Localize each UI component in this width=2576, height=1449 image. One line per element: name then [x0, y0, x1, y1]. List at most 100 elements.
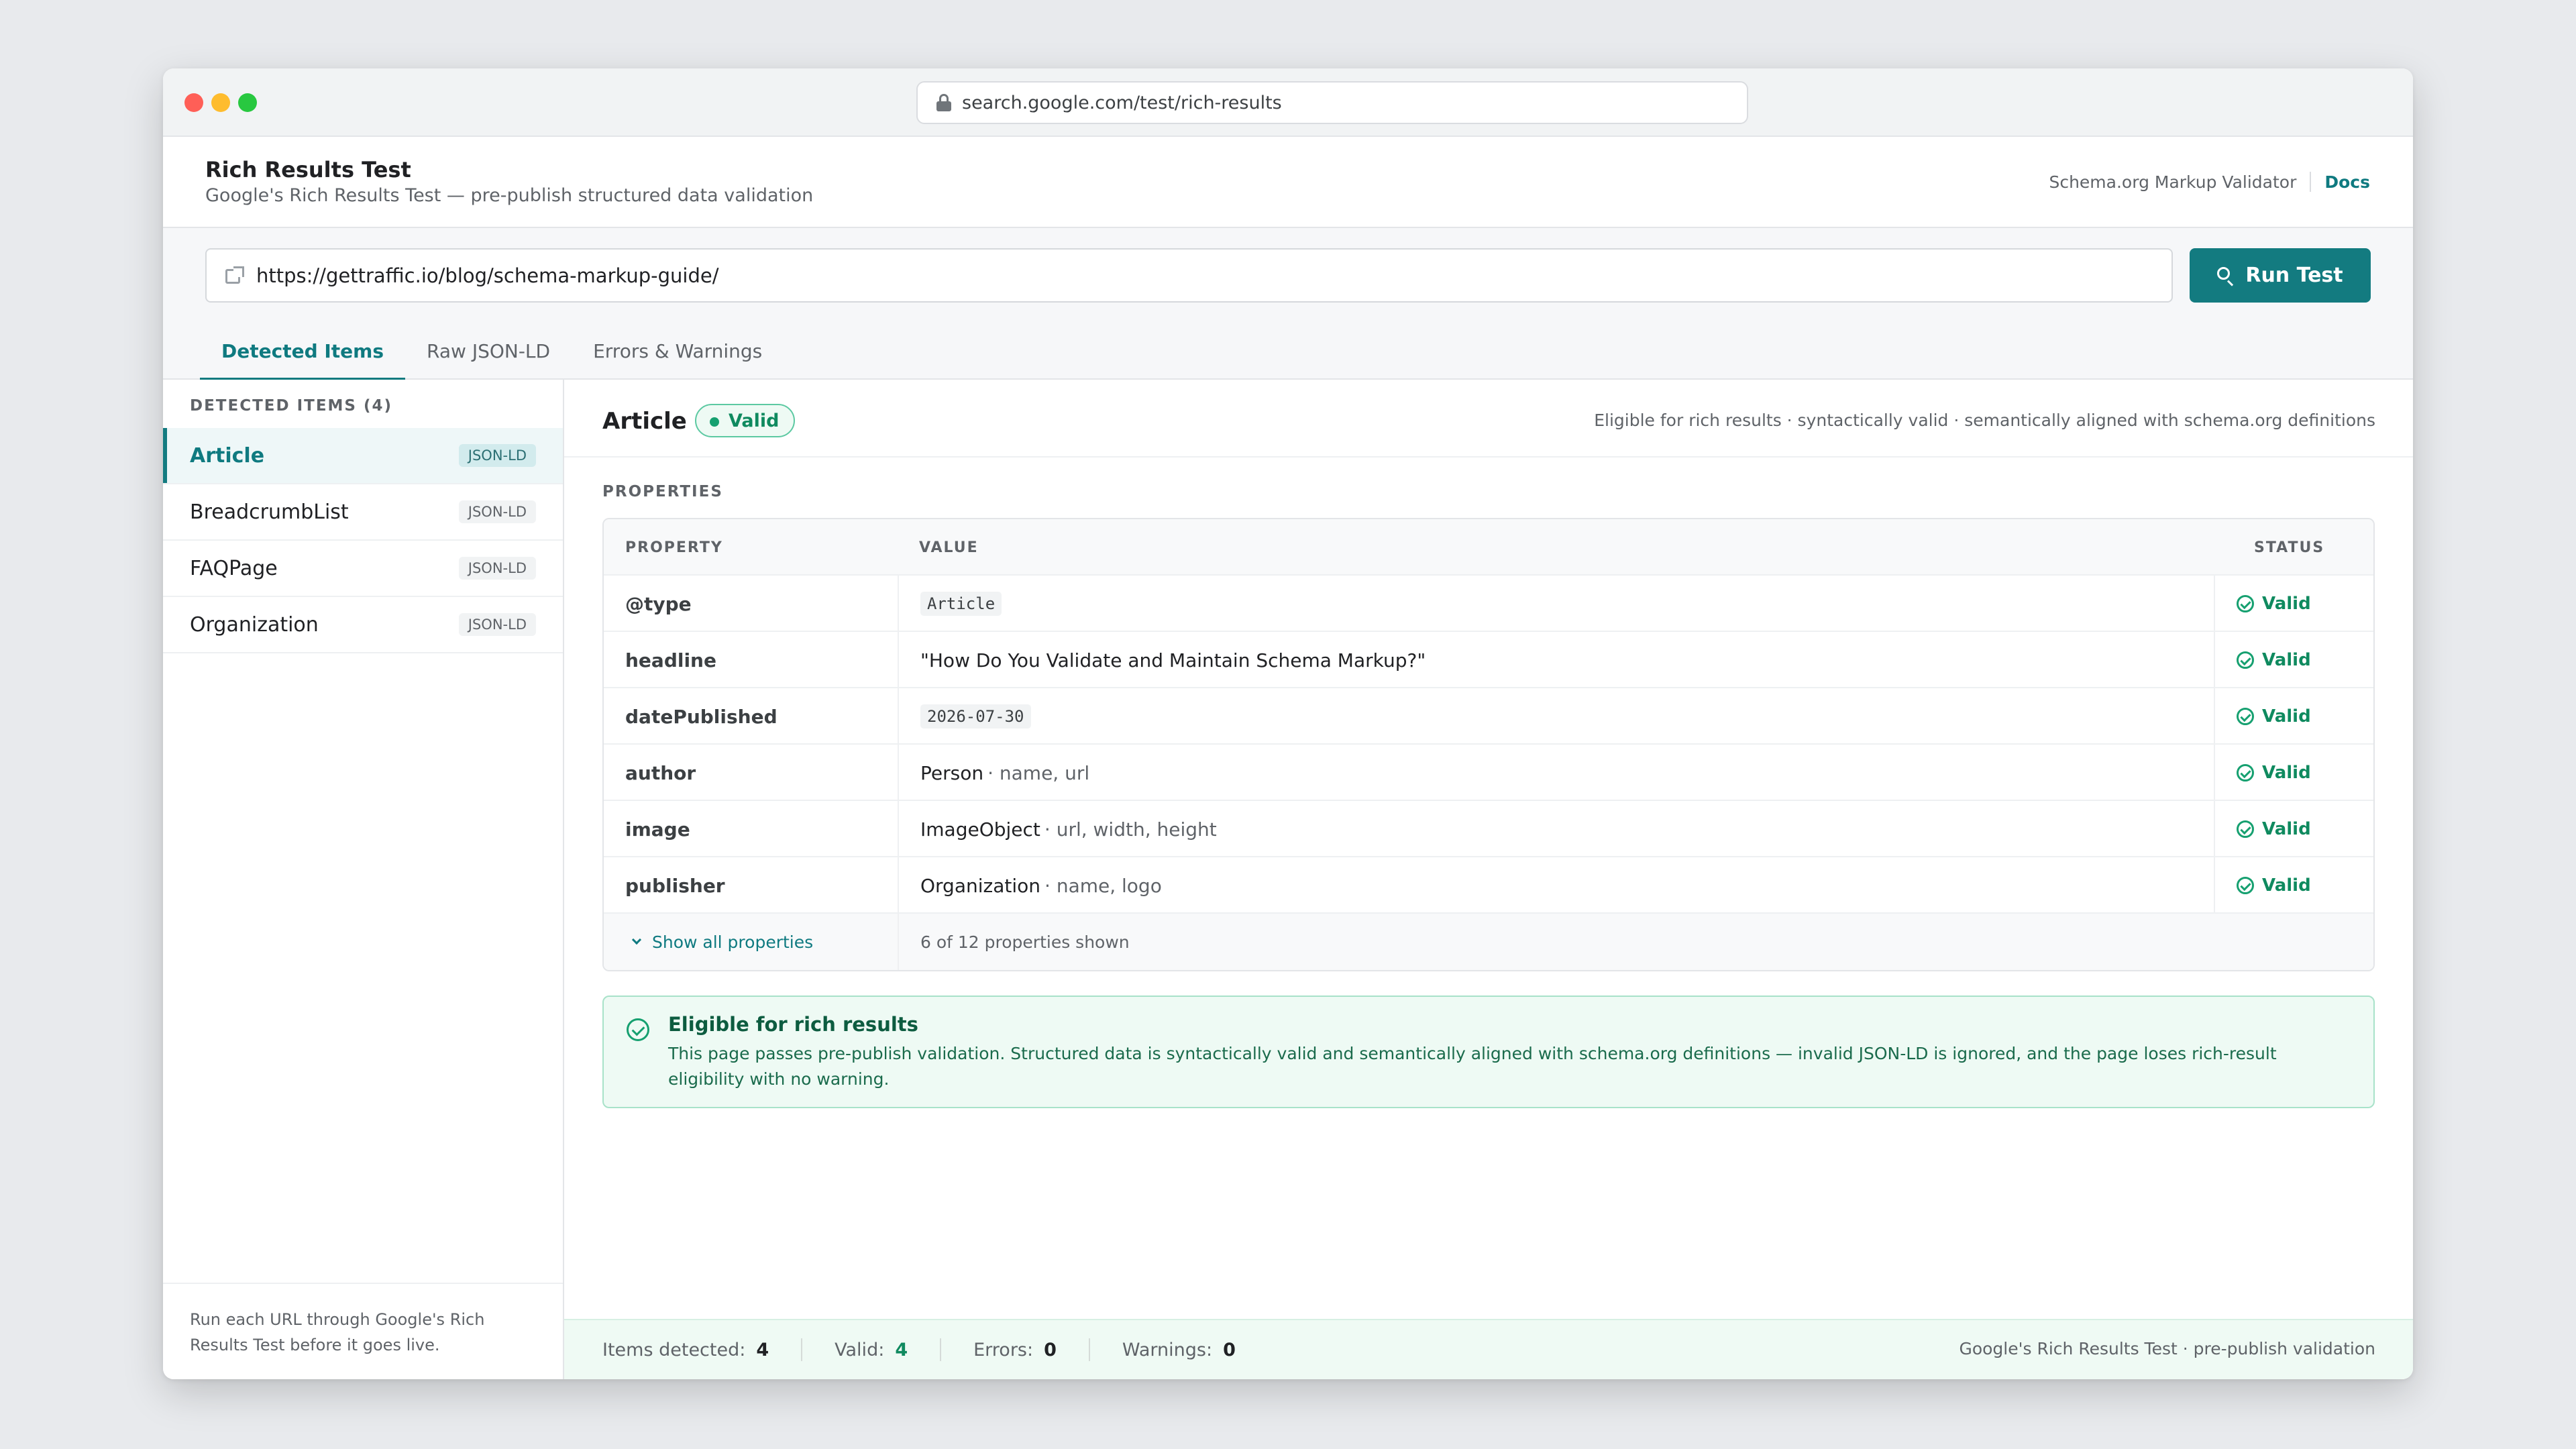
detected-items-list: Article JSON-LD BreadcrumbList JSON-LD F… [163, 428, 563, 653]
property-status: Valid [2214, 632, 2373, 688]
property-value: Article [898, 576, 2206, 632]
browser-window: search.google.com/test/rich-results Rich… [163, 68, 2413, 1379]
show-all-wrapper: Show all properties [625, 932, 813, 952]
property-name: publisher [625, 874, 725, 897]
header-links: Schema.org Markup Validator Docs [2049, 172, 2370, 192]
status-badge: Valid [695, 404, 796, 437]
status-dot-icon [710, 417, 719, 427]
property-status: Valid [2214, 801, 2373, 857]
property-name: datePublished [625, 705, 777, 728]
property-value: Person · name, url [898, 745, 2206, 801]
close-window-button[interactable] [184, 93, 203, 112]
items-detected-stat: Items detected: 4 [602, 1340, 769, 1360]
value-text: "How Do You Validate and Maintain Schema… [920, 649, 1426, 672]
address-bar[interactable]: search.google.com/test/rich-results [916, 81, 1748, 124]
table-row: headline "How Do You Validate and Mainta… [604, 632, 2373, 688]
value-subfields: · url, width, height [1044, 818, 1217, 841]
check-circle-icon [2237, 820, 2254, 838]
sidebar-item-label: Article [190, 443, 265, 468]
item-title: Article [602, 408, 687, 435]
status-divider [940, 1338, 942, 1361]
items-detected-label: Items detected: [602, 1339, 746, 1360]
value-subfields: · name, url [987, 761, 1090, 784]
status-bar: Items detected: 4 Valid: 4 Errors: 0 War… [564, 1319, 2413, 1379]
url-input-value: https://gettraffic.io/blog/schema-markup… [256, 264, 719, 287]
property-status: Valid [2214, 576, 2373, 632]
errors-value: 0 [1044, 1339, 1057, 1360]
value-text: Person [920, 761, 984, 784]
external-link-icon [225, 266, 244, 285]
check-circle-icon [2237, 708, 2254, 725]
table-row: datePublished 2026-07-30 Valid [604, 688, 2373, 745]
property-name: headline [625, 649, 716, 672]
sidebar-item-label: BreadcrumbList [190, 500, 349, 524]
address-bar-url: search.google.com/test/rich-results [962, 92, 1282, 113]
sidebar-item-label: Organization [190, 612, 319, 637]
table-row: author Person · name, url Valid [604, 745, 2373, 801]
property-name: author [625, 761, 696, 784]
errors-label: Errors: [973, 1339, 1034, 1360]
result-tabs: Detected Items Raw JSON-LD Errors & Warn… [163, 322, 2413, 381]
docs-link[interactable]: Docs [2324, 172, 2370, 192]
minimize-window-button[interactable] [211, 93, 230, 112]
warnings-label: Warnings: [1122, 1339, 1213, 1360]
property-name: image [625, 818, 690, 841]
status-bar-source: Google's Rich Results Test · pre-publish… [1959, 1339, 2375, 1358]
format-badge: JSON-LD [458, 444, 536, 467]
items-detected-value: 4 [756, 1339, 769, 1360]
show-all-properties-link[interactable]: Show all properties [625, 914, 894, 970]
run-test-button[interactable]: Run Test [2190, 248, 2371, 303]
sidebar-item-breadcrumblist[interactable]: BreadcrumbList JSON-LD [163, 484, 563, 541]
property-status: Valid [2214, 857, 2373, 914]
detected-items-sidebar: DETECTED ITEMS (4) Article JSON-LD Bread… [163, 380, 564, 1379]
status-label: Valid [2262, 763, 2311, 783]
valid-value: 4 [895, 1339, 908, 1360]
value-text: ImageObject [920, 818, 1040, 841]
properties-table: PROPERTY VALUE STATUS @type Article Vali… [602, 518, 2375, 971]
column-header-property: PROPERTY [625, 539, 723, 556]
table-row: @type Article Valid [604, 576, 2373, 632]
table-row: image ImageObject · url, width, height Va… [604, 801, 2373, 857]
check-circle-icon [2237, 595, 2254, 612]
check-circle-icon [2237, 877, 2254, 894]
table-row: publisher Organization · name, logo Valid [604, 857, 2373, 914]
errors-stat: Errors: 0 [973, 1340, 1057, 1360]
warnings-value: 0 [1223, 1339, 1236, 1360]
page-subtitle: Google's Rich Results Test — pre-publish… [205, 185, 814, 206]
sidebar-item-organization[interactable]: Organization JSON-LD [163, 597, 563, 653]
property-value: Organization · name, logo [898, 857, 2206, 914]
sidebar-item-article[interactable]: Article JSON-LD [163, 428, 563, 484]
item-header: Article Valid Eligible for rich results … [564, 380, 2413, 458]
property-status: Valid [2214, 688, 2373, 745]
run-test-label: Run Test [2245, 264, 2343, 287]
status-label: Valid [2262, 706, 2311, 727]
eligibility-notice: Eligible for rich results This page pass… [602, 996, 2375, 1108]
properties-count: 6 of 12 properties shown [898, 914, 2206, 970]
value-text: Organization [920, 874, 1041, 897]
value-subfields: · name, logo [1044, 874, 1162, 897]
maximize-window-button[interactable] [238, 93, 257, 112]
tab-detected-items[interactable]: Detected Items [200, 322, 406, 381]
search-icon [2217, 266, 2235, 286]
properties-heading: PROPERTIES [602, 483, 723, 500]
tab-errors-warnings[interactable]: Errors & Warnings [572, 322, 784, 380]
valid-label: Valid: [835, 1339, 885, 1360]
url-input[interactable]: https://gettraffic.io/blog/schema-markup… [205, 248, 2173, 303]
sidebar-footer-note: Run each URL through Google's Rich Resul… [163, 1283, 563, 1379]
tab-raw-json-ld[interactable]: Raw JSON-LD [405, 322, 572, 380]
lock-icon [936, 94, 951, 111]
validator-link[interactable]: Schema.org Markup Validator [2049, 172, 2296, 192]
header-divider [2310, 172, 2312, 192]
chevron-down-icon [631, 934, 642, 945]
status-label: Valid [2262, 594, 2311, 614]
item-detail-panel: Article Valid Eligible for rich results … [564, 380, 2413, 1379]
sidebar-item-faqpage[interactable]: FAQPage JSON-LD [163, 541, 563, 597]
property-value: ImageObject · url, width, height [898, 801, 2206, 857]
page-title: Rich Results Test [205, 157, 411, 182]
status-divider [801, 1338, 803, 1361]
format-badge: JSON-LD [458, 500, 536, 523]
check-circle-icon [2237, 651, 2254, 669]
property-status: Valid [2214, 745, 2373, 801]
show-all-label: Show all properties [652, 932, 814, 952]
url-test-row: https://gettraffic.io/blog/schema-markup… [163, 228, 2413, 322]
